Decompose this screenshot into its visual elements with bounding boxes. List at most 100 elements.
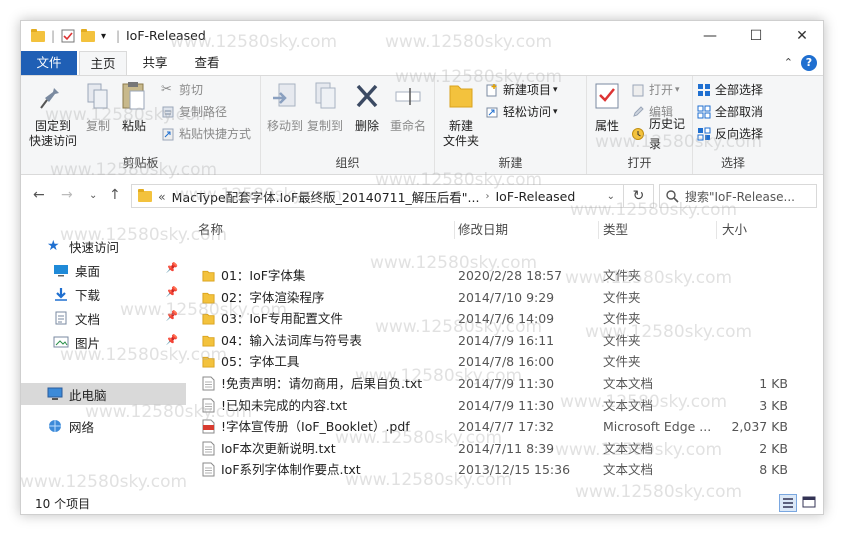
nav-downloads[interactable]: 下载 📌 <box>21 283 186 305</box>
nav-documents-label: 文档 <box>75 311 101 327</box>
details-view-icon[interactable] <box>779 494 797 512</box>
rename-button[interactable]: 重命名 <box>385 80 431 134</box>
delete-button[interactable]: 删除 <box>351 80 383 134</box>
history-button[interactable]: 历史记录 <box>631 117 692 151</box>
help-icon[interactable]: ? <box>801 55 817 71</box>
ribbon-tabs: 文件 主页 共享 查看 ⌃ ? <box>21 51 823 75</box>
copy-path-button[interactable]: 复制路径 <box>161 102 227 122</box>
recent-locations-chevron-icon[interactable]: ⌄ <box>89 190 97 201</box>
file-row[interactable]: 04：输入法词库与符号表 2014/7/9 16:11 文件夹 <box>186 330 823 351</box>
pin-icon[interactable]: 📌 <box>166 263 178 274</box>
column-divider[interactable] <box>716 221 717 239</box>
breadcrumb-current[interactable]: IoF-Released <box>495 189 575 204</box>
search-box[interactable]: 搜索"IoF-Release... <box>659 184 817 208</box>
select-all-button[interactable]: 全部选择 <box>697 80 763 100</box>
nav-documents[interactable]: 文档 📌 <box>21 307 186 329</box>
paste-shortcut-icon <box>162 128 174 141</box>
close-button[interactable]: ✕ <box>779 21 823 51</box>
file-size: 1 KB <box>759 376 788 391</box>
file-type: 文本文档 <box>603 462 654 478</box>
file-row[interactable]: 05：字体工具 2014/7/8 16:00 文件夹 <box>186 351 823 372</box>
nav-network[interactable]: 网络 <box>21 415 186 437</box>
file-type: 文件夹 <box>603 311 641 327</box>
properties-button[interactable]: 属性 <box>589 80 625 134</box>
window-title: IoF-Released <box>126 28 206 43</box>
copy-button[interactable]: 复制 <box>83 80 113 134</box>
file-row[interactable]: 01：IoF字体集 2020/2/28 18:57 文件夹 <box>186 265 823 286</box>
invert-selection-icon <box>697 127 711 141</box>
new-folder-button[interactable]: 新建 文件夹 <box>439 80 483 149</box>
select-none-button[interactable]: 全部取消 <box>697 102 763 122</box>
up-arrow-icon[interactable]: ↑ <box>109 187 121 203</box>
cut-button[interactable]: ✂ 剪切 <box>161 80 203 100</box>
paste-shortcut-button[interactable]: 粘贴快捷方式 <box>161 124 251 144</box>
rename-label: 重命名 <box>389 119 426 133</box>
column-divider[interactable] <box>454 221 455 239</box>
text-file-icon <box>202 398 221 413</box>
maximize-button[interactable]: ☐ <box>733 21 779 51</box>
nav-quick-access-label: 快速访问 <box>69 239 120 255</box>
title-bar: | ▾ | IoF-Released — ☐ ✕ <box>21 21 823 51</box>
nav-pictures[interactable]: 图片 📌 <box>21 331 186 353</box>
minimize-button[interactable]: — <box>687 21 733 51</box>
easy-access-icon <box>486 107 498 118</box>
pin-label-2: 快速访问 <box>28 134 77 148</box>
large-icons-view-icon[interactable] <box>801 494 819 512</box>
quick-access-dropdown-icon[interactable]: ▾ <box>101 29 106 43</box>
breadcrumb-separator-icon[interactable]: › <box>485 191 489 202</box>
move-to-button[interactable]: 移动到 <box>265 80 305 134</box>
forward-arrow-icon[interactable]: → <box>61 187 73 203</box>
new-folder-icon <box>449 85 473 108</box>
pin-quick-access-button[interactable]: 固定到 快速访问 <box>27 80 79 149</box>
copy-icon <box>87 83 108 109</box>
new-folder-quick-icon[interactable] <box>81 28 95 43</box>
nav-this-pc[interactable]: 此电脑 <box>21 383 186 405</box>
text-file-icon <box>202 462 221 477</box>
column-header-type[interactable]: 类型 <box>603 217 628 243</box>
tab-share[interactable]: 共享 <box>131 51 179 75</box>
column-header-name[interactable]: 名称 <box>198 217 223 243</box>
nav-pictures-label: 图片 <box>75 335 101 351</box>
nav-quick-access[interactable]: ★ 快速访问 <box>21 235 186 257</box>
collapse-ribbon-icon[interactable]: ⌃ <box>784 56 793 69</box>
column-header-size[interactable]: 大小 <box>722 217 747 243</box>
refresh-icon[interactable]: ↻ <box>624 184 654 208</box>
file-row[interactable]: 03：IoF专用配置文件 2014/7/6 14:09 文件夹 <box>186 308 823 329</box>
tab-file[interactable]: 文件 <box>21 51 77 75</box>
file-name-cell: !字体宣传册（IoF_Booklet）.pdf <box>202 416 452 437</box>
back-arrow-icon[interactable]: ← <box>33 187 45 203</box>
tab-view[interactable]: 查看 <box>183 51 231 75</box>
address-bar[interactable]: « MacType配套字体.IoF最终版_20140711_解压后看"... ›… <box>131 184 624 208</box>
address-dropdown-icon[interactable]: ⌄ <box>607 191 615 202</box>
new-item-button[interactable]: 新建项目 ▾ <box>485 80 558 100</box>
easy-access-dropdown-icon: ▾ <box>553 107 558 117</box>
column-divider[interactable] <box>598 221 599 239</box>
file-row[interactable]: !已知未完成的内容.txt 2014/7/9 11:30 文本文档 3 KB <box>186 395 823 416</box>
tab-home[interactable]: 主页 <box>79 51 127 75</box>
file-row[interactable]: !字体宣传册（IoF_Booklet）.pdf 2014/7/7 17:32 Mic… <box>186 416 823 437</box>
cut-label: 剪切 <box>179 83 204 97</box>
nav-desktop[interactable]: 桌面 📌 <box>21 259 186 281</box>
delete-x-icon <box>356 84 378 108</box>
pin-icon[interactable]: 📌 <box>166 287 178 298</box>
breadcrumb-parent[interactable]: MacType配套字体.IoF最终版_20140711_解压后看"... <box>172 187 480 206</box>
pin-icon[interactable]: 📌 <box>166 311 178 322</box>
folder-icon <box>202 290 221 305</box>
network-icon <box>49 420 61 432</box>
address-overflow[interactable]: « <box>158 189 166 204</box>
file-row[interactable]: !免责声明：请勿商用，后果自负.txt 2014/7/9 11:30 文本文档 1 K… <box>186 373 823 394</box>
organize-group: 移动到 复制到 删除 重命名 组织 <box>261 76 435 174</box>
file-row[interactable]: 02：字体渲染程序 2014/7/10 9:29 文件夹 <box>186 287 823 308</box>
file-size: 8 KB <box>759 462 788 478</box>
open-button[interactable]: 打开 ▾ <box>631 80 680 100</box>
invert-selection-button[interactable]: 反向选择 <box>697 124 763 144</box>
paste-button[interactable]: 粘贴 <box>117 80 151 134</box>
file-row[interactable]: IoF系列字体制作要点.txt 2013/12/15 15:36 文本文档 8 KB <box>186 459 823 480</box>
properties-quick-icon[interactable] <box>61 29 75 43</box>
pin-icon[interactable]: 📌 <box>166 335 178 346</box>
copy-to-button[interactable]: 复制到 <box>305 80 345 134</box>
easy-access-button[interactable]: 轻松访问 ▾ <box>485 102 558 122</box>
column-header-date[interactable]: 修改日期 <box>458 217 508 243</box>
file-row[interactable]: IoF本次更新说明.txt 2014/7/11 8:39 文本文档 2 KB <box>186 438 823 459</box>
item-count: 10 个项目 <box>35 497 91 511</box>
